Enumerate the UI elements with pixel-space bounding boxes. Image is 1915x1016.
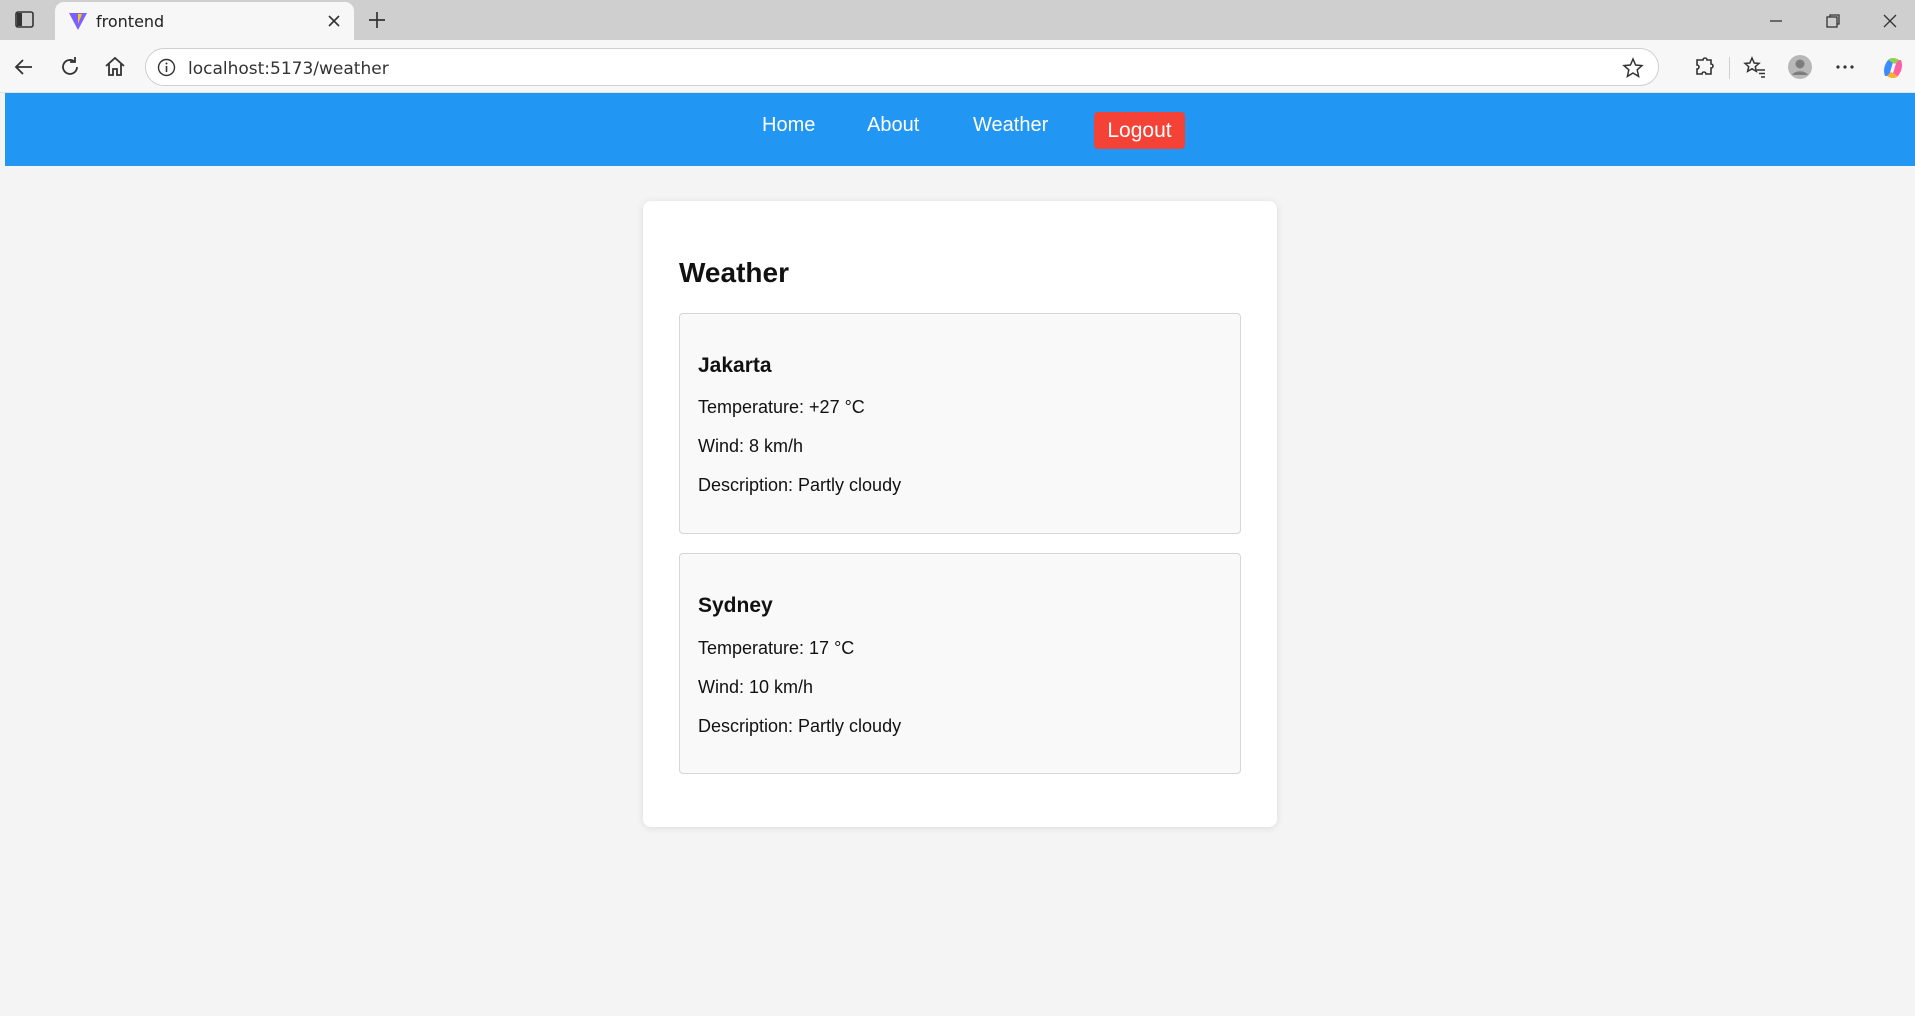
star-icon[interactable] [1622,57,1644,79]
plus-icon[interactable] [366,9,388,31]
profile-icon[interactable] [1787,54,1813,80]
window-close-icon[interactable] [1880,11,1900,31]
logout-button[interactable]: Logout [1094,112,1185,149]
city-weather-box: Jakarta Temperature: +27 °C Wind: 8 km/h… [679,313,1241,534]
favorites-icon[interactable] [1742,54,1768,80]
address-bar[interactable]: localhost:5173/weather [145,48,1659,86]
nav-weather-link[interactable]: Weather [973,114,1048,137]
city-name: Jakarta [698,354,772,377]
toolbar: localhost:5173/weather [0,40,1915,93]
weather-card: Weather Jakarta Temperature: +27 °C Wind… [643,201,1277,827]
city-temperature: Temperature: +27 °C [698,397,865,417]
tab-title: frontend [96,12,165,31]
toolbar-divider [1729,57,1730,79]
page-title: Weather [679,257,789,288]
restore-icon[interactable] [1823,11,1843,31]
city-weather-box: Sydney Temperature: 17 °C Wind: 10 km/h … [679,553,1241,774]
nav-home-link[interactable]: Home [762,114,815,137]
city-description: Description: Partly cloudy [698,475,902,495]
city-name: Sydney [698,594,773,617]
city-temperature: Temperature: 17 °C [698,638,855,658]
minimize-icon[interactable] [1766,11,1786,31]
top-navbar: Home About Weather Logout [5,93,1915,166]
close-icon[interactable] [326,13,342,29]
browser-tab[interactable]: frontend [55,2,354,40]
city-wind: Wind: 8 km/h [698,436,804,456]
sidebar-icon[interactable] [14,10,36,30]
back-icon[interactable] [12,55,36,79]
nav-about-link[interactable]: About [867,114,919,137]
extensions-icon[interactable] [1691,54,1717,80]
refresh-icon[interactable] [58,55,82,79]
tab-strip: frontend [0,0,1915,40]
url-text[interactable]: localhost:5173/weather [188,59,389,79]
city-wind: Wind: 10 km/h [698,677,814,697]
page-viewport: Home About Weather Logout Weather Jakart… [5,93,1915,1016]
more-icon[interactable] [1832,54,1858,80]
city-description: Description: Partly cloudy [698,716,902,736]
vite-favicon-icon [67,11,89,31]
info-icon[interactable] [157,58,176,77]
home-icon[interactable] [103,55,127,79]
copilot-icon[interactable] [1879,54,1905,80]
